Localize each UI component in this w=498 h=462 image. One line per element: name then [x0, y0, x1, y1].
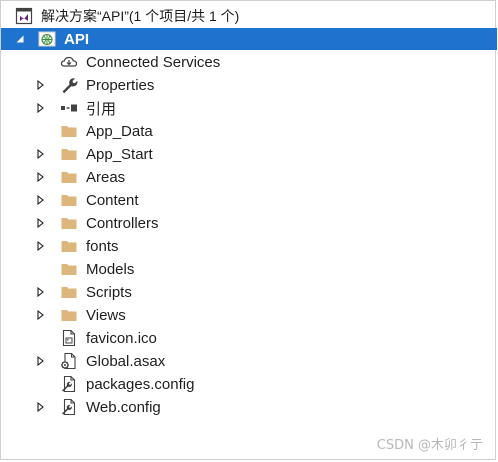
- tree-item-global-asax[interactable]: Global.asax: [1, 350, 497, 372]
- folder-icon: [60, 191, 78, 209]
- asax-gear-file-icon: [60, 352, 78, 370]
- tree-item-label: fonts: [86, 237, 119, 255]
- tree-item-label: Models: [86, 260, 135, 278]
- collapse-arrow-icon[interactable]: [14, 33, 26, 45]
- tree-item-label: Areas: [86, 168, 126, 186]
- solution-explorer-tree: 解决方案“API”(1 个项目/共 1 个) API Connected Ser…: [0, 0, 497, 460]
- tree-item-label: Views: [86, 306, 126, 324]
- config-file-icon: [60, 398, 78, 416]
- solution-node[interactable]: 解决方案“API”(1 个项目/共 1 个): [1, 5, 497, 27]
- tree-item-label: Properties: [86, 76, 155, 94]
- tree-item-fonts[interactable]: fonts: [1, 235, 497, 257]
- tree-item-label: Scripts: [86, 283, 132, 301]
- tree-item-label: App_Start: [86, 145, 153, 163]
- expand-arrow-icon[interactable]: [34, 102, 46, 114]
- folder-icon: [60, 260, 78, 278]
- folder-icon: [60, 214, 78, 232]
- tree-item-web-config[interactable]: Web.config: [1, 396, 497, 418]
- folder-icon: [60, 122, 78, 140]
- expand-arrow-icon[interactable]: [34, 309, 46, 321]
- folder-icon: [60, 237, 78, 255]
- expand-arrow-icon[interactable]: [34, 355, 46, 367]
- expand-arrow-icon[interactable]: [34, 148, 46, 160]
- tree-item-controllers[interactable]: Controllers: [1, 212, 497, 234]
- tree-item-connected-services[interactable]: Connected Services: [1, 51, 497, 73]
- expand-arrow-icon[interactable]: [34, 79, 46, 91]
- tree-item-references[interactable]: 引用: [1, 97, 497, 119]
- folder-icon: [60, 306, 78, 324]
- tree-item-label: Controllers: [86, 214, 159, 232]
- tree-item-label: Web.config: [86, 398, 161, 416]
- tree-item-models[interactable]: Models: [1, 258, 497, 280]
- expand-arrow-icon[interactable]: [34, 217, 46, 229]
- project-node-api[interactable]: API: [1, 28, 497, 50]
- expand-arrow-icon[interactable]: [34, 286, 46, 298]
- tree-item-label: 引用: [86, 100, 117, 118]
- tree-item-packages-config[interactable]: packages.config: [1, 373, 497, 395]
- project-label: API: [64, 30, 90, 48]
- cloud-connected-icon: [60, 53, 78, 71]
- tree-item-label: Connected Services: [86, 53, 221, 71]
- vs-solution-icon: [15, 7, 33, 25]
- ico-file-icon: [60, 329, 78, 347]
- tree-item-label: favicon.ico: [86, 329, 157, 347]
- tree-item-label: Global.asax: [86, 352, 166, 370]
- tree-item-label: App_Data: [86, 122, 153, 140]
- config-file-icon: [60, 375, 78, 393]
- tree-item-views[interactable]: Views: [1, 304, 497, 326]
- tree-item-app-start[interactable]: App_Start: [1, 143, 497, 165]
- watermark: CSDN @木卯彳亍: [376, 438, 483, 453]
- tree-item-content[interactable]: Content: [1, 189, 497, 211]
- tree-item-label: Content: [86, 191, 139, 209]
- tree-item-app-data[interactable]: App_Data: [1, 120, 497, 142]
- tree-item-areas[interactable]: Areas: [1, 166, 497, 188]
- tree-item-scripts[interactable]: Scripts: [1, 281, 497, 303]
- web-project-globe-icon: [38, 30, 56, 48]
- wrench-icon: [60, 76, 78, 94]
- expand-arrow-icon[interactable]: [34, 401, 46, 413]
- expand-arrow-icon[interactable]: [34, 240, 46, 252]
- folder-icon: [60, 145, 78, 163]
- expand-arrow-icon[interactable]: [34, 171, 46, 183]
- tree-item-label: packages.config: [86, 375, 195, 393]
- expand-arrow-icon[interactable]: [34, 194, 46, 206]
- tree-item-properties[interactable]: Properties: [1, 74, 497, 96]
- references-icon: [60, 99, 78, 117]
- folder-icon: [60, 283, 78, 301]
- tree-item-favicon[interactable]: favicon.ico: [1, 327, 497, 349]
- folder-icon: [60, 168, 78, 186]
- solution-label: 解决方案“API”(1 个项目/共 1 个): [41, 8, 240, 24]
